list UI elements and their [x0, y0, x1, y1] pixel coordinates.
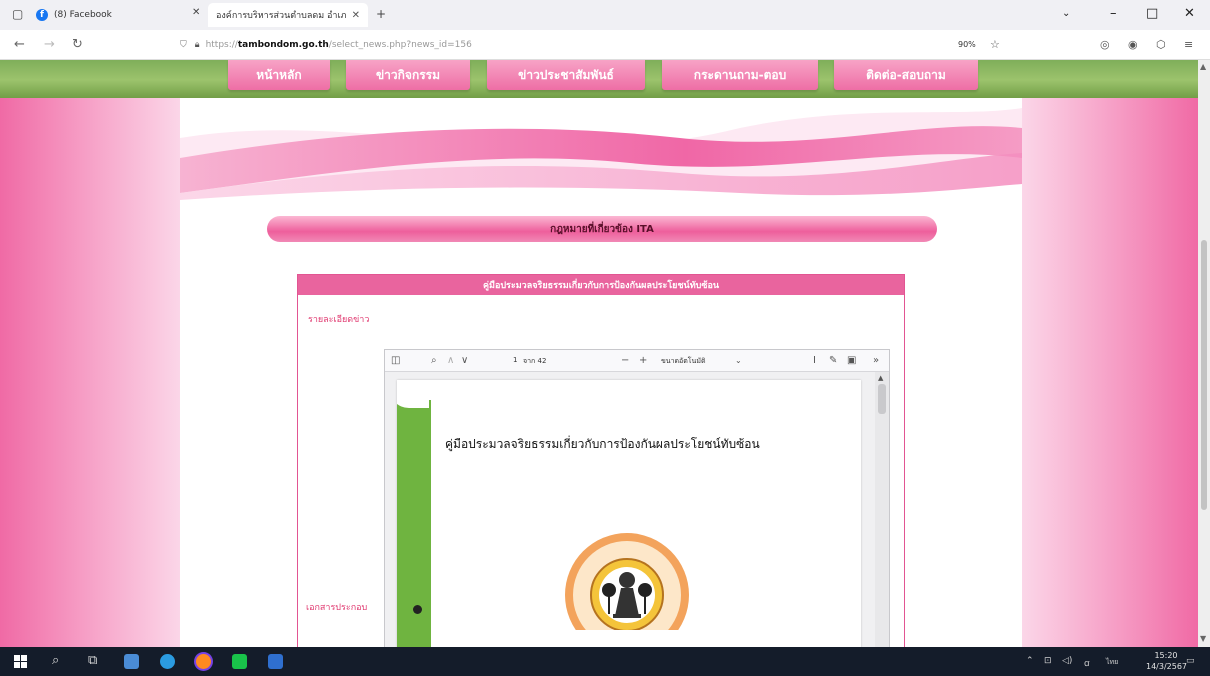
menu-announcements[interactable]: ข่าวประชาสัมพันธ์: [487, 60, 645, 90]
shield-icon[interactable]: ⛉: [180, 40, 187, 50]
news-detail-label: รายละเอียดข่าว: [308, 315, 370, 325]
zoom-in-icon[interactable]: +: [639, 355, 647, 366]
content-area: กฎหมายที่เกี่ยวข้อง ITA คู่มือประมวลจริย…: [180, 98, 1022, 647]
minimize-icon[interactable]: –: [1110, 6, 1117, 21]
pdf-search-icon[interactable]: ⌕: [431, 355, 437, 366]
scroll-down-icon[interactable]: ▼: [1200, 634, 1206, 643]
lock-icon[interactable]: 🔒︎: [195, 40, 200, 50]
more-tools-icon[interactable]: »: [873, 355, 879, 366]
url-path: /select_news.php?news_id=156: [328, 40, 472, 50]
address-bar[interactable]: ⛉ 🔒︎ https:// tambondom.go.th /select_ne…: [180, 35, 1010, 55]
close-window-icon[interactable]: ✕: [1184, 6, 1195, 21]
scroll-up-icon[interactable]: ▲: [878, 374, 883, 382]
tab-overview-icon[interactable]: ▢: [12, 7, 23, 21]
menu-qa-board[interactable]: กระดานถาม-ตอบ: [662, 60, 818, 90]
list-all-tabs-icon[interactable]: ⌄: [1062, 8, 1070, 19]
zoom-select[interactable]: ขนาดอัตโนมัติ: [661, 356, 706, 367]
news-box: คู่มือประมวลจริยธรรมเกี่ยวกับการป้องกันผ…: [297, 274, 905, 647]
menu-icon[interactable]: ≡: [1184, 38, 1193, 51]
binder-hole: [413, 605, 422, 614]
windows-start-icon[interactable]: [14, 655, 27, 668]
back-arrow-icon[interactable]: ←: [14, 37, 25, 52]
wave-banner: [180, 98, 1022, 208]
clock[interactable]: 15:20 14/3/2567: [1146, 650, 1188, 672]
firefox-icon[interactable]: [196, 654, 211, 669]
notifications-icon[interactable]: ▭: [1186, 656, 1195, 666]
language-icon[interactable]: ꭤ: [1084, 656, 1090, 669]
maximize-icon[interactable]: □: [1146, 6, 1158, 21]
edge-browser-icon[interactable]: [160, 654, 175, 669]
attachment-label: เอกสารประกอบ: [306, 603, 368, 613]
tab-title: องค์การบริหารส่วนตำบลดม อำเภอสั: [216, 11, 346, 21]
left-side-decoration: [0, 98, 180, 647]
extensions-icon[interactable]: ⬡: [1156, 38, 1166, 51]
pdf-scroll-thumb[interactable]: [878, 384, 886, 414]
clock-date: 14/3/2567: [1146, 662, 1188, 671]
volume-icon[interactable]: ◁): [1062, 656, 1072, 666]
pdf-page: คู่มือประมวลจริยธรรมเกี่ยวกับการป้องกันผ…: [397, 380, 861, 647]
task-view-icon[interactable]: ⧉: [88, 653, 97, 668]
tab-title: (8) Facebook: [54, 10, 112, 20]
pdf-viewer[interactable]: ◫ ⌕ ∧ ∨ 1 จาก 42 − + ขนาดอัตโนมัติ ⌄ I ✎…: [384, 349, 890, 647]
section-title: กฎหมายที่เกี่ยวข้อง ITA: [267, 216, 937, 242]
zoom-dropdown-chevron-icon[interactable]: ⌄: [735, 356, 742, 365]
right-side-decoration: [1022, 98, 1198, 647]
page-viewport: หน้าหลัก ข่าวกิจกรรม ข่าวประชาสัมพันธ์ ก…: [0, 60, 1198, 647]
url-protocol: https://: [205, 40, 238, 50]
zoom-level[interactable]: 90%: [958, 40, 976, 49]
file-explorer-icon[interactable]: [124, 654, 139, 669]
tab-facebook[interactable]: f (8) Facebook: [36, 3, 186, 27]
windows-taskbar: ⌕ ⧉ ⌃ ⊡ ◁) ꭤ ไทย 15:20 14/3/2567 ▭: [0, 647, 1210, 676]
save-icon[interactable]: ▣: [847, 355, 856, 366]
url-domain: tambondom.go.th: [237, 40, 329, 50]
tab-close-icon[interactable]: ✕: [352, 10, 360, 21]
bookmark-star-icon[interactable]: ☆: [990, 38, 1000, 51]
scroll-up-icon[interactable]: ▲: [1200, 62, 1206, 71]
previous-page-icon[interactable]: ∧: [447, 355, 454, 366]
zoom-out-icon[interactable]: −: [621, 355, 629, 366]
pocket-icon[interactable]: ◎: [1100, 38, 1110, 51]
network-icon[interactable]: ⊡: [1044, 656, 1052, 666]
pdf-scrollbar[interactable]: ▲: [875, 372, 889, 647]
language-label[interactable]: ไทย: [1106, 657, 1118, 668]
tab-close-icon[interactable]: ✕: [192, 7, 200, 18]
line-app-icon[interactable]: [232, 654, 247, 669]
browser-nav-bar: ← → ↻ ⛉ 🔒︎ https:// tambondom.go.th /sel…: [0, 30, 1210, 60]
binder-notch: [397, 380, 429, 408]
binder-spine: [397, 400, 431, 647]
reload-icon[interactable]: ↻: [72, 37, 83, 52]
forward-arrow-icon[interactable]: →: [44, 37, 55, 52]
tray-chevron-icon[interactable]: ⌃: [1026, 656, 1034, 666]
menu-activities[interactable]: ข่าวกิจกรรม: [346, 60, 470, 90]
text-tool-icon[interactable]: I: [813, 355, 816, 366]
sidebar-toggle-icon[interactable]: ◫: [391, 355, 400, 366]
tab-tambondom[interactable]: องค์การบริหารส่วนตำบลดม อำเภอสั ✕: [208, 3, 368, 27]
document-title: คู่มือประมวลจริยธรรมเกี่ยวกับการป้องกันผ…: [445, 437, 760, 451]
news-header: คู่มือประมวลจริยธรรมเกี่ยวกับการป้องกันผ…: [298, 275, 904, 295]
page-number-input[interactable]: 1: [513, 356, 517, 364]
word-app-icon[interactable]: [268, 654, 283, 669]
pdf-toolbar: ◫ ⌕ ∧ ∨ 1 จาก 42 − + ขนาดอัตโนมัติ ⌄ I ✎…: [385, 350, 889, 372]
search-icon[interactable]: ⌕: [52, 653, 59, 668]
page-total: จาก 42: [523, 357, 547, 365]
account-icon[interactable]: ◉: [1128, 38, 1138, 51]
organization-seal-icon: [565, 533, 689, 630]
new-tab-button[interactable]: +: [376, 7, 386, 21]
draw-tool-icon[interactable]: ✎: [829, 355, 837, 366]
page-scrollbar[interactable]: ▲ ▼: [1198, 60, 1210, 647]
facebook-favicon-icon: f: [36, 9, 48, 21]
browser-tab-bar: ▢ f (8) Facebook ✕ องค์การบริหารส่วนตำบล…: [0, 0, 1210, 30]
next-page-icon[interactable]: ∨: [461, 355, 468, 366]
menu-home[interactable]: หน้าหลัก: [228, 60, 330, 90]
page-scroll-thumb[interactable]: [1201, 240, 1207, 510]
menu-contact[interactable]: ติดต่อ-สอบถาม: [834, 60, 978, 90]
clock-time: 15:20: [1154, 651, 1178, 660]
